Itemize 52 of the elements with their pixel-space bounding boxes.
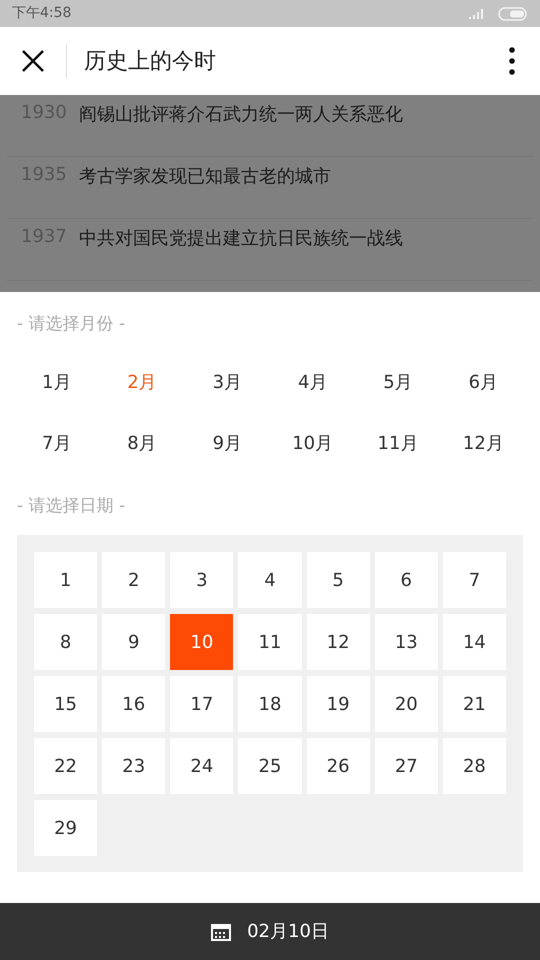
- day-option[interactable]: 22: [34, 738, 98, 794]
- date-button[interactable]: 02月10日: [247, 918, 329, 945]
- close-icon: [21, 49, 45, 73]
- day-section-title: - 请选择日期 -: [17, 494, 126, 518]
- day-option[interactable]: 21: [442, 676, 506, 732]
- day-option[interactable]: 5: [306, 552, 370, 608]
- day-option[interactable]: 3: [170, 552, 234, 608]
- day-option[interactable]: 15: [34, 676, 98, 732]
- month-option[interactable]: 4月: [270, 352, 356, 412]
- day-option[interactable]: 13: [374, 614, 438, 670]
- day-option[interactable]: 11: [238, 614, 302, 670]
- day-option[interactable]: 28: [442, 738, 506, 794]
- day-option[interactable]: 19: [306, 676, 370, 732]
- day-option[interactable]: 24: [170, 738, 234, 794]
- month-option[interactable]: 5月: [355, 352, 441, 412]
- day-option[interactable]: 29: [34, 800, 98, 856]
- more-icon: [509, 47, 515, 75]
- day-option[interactable]: 26: [306, 738, 370, 794]
- month-option[interactable]: 12月: [440, 412, 526, 474]
- month-option[interactable]: 11月: [355, 412, 441, 474]
- event-text: 考古学家发现已知最古老的城市: [79, 165, 331, 189]
- month-option[interactable]: 1月: [14, 352, 100, 412]
- day-option[interactable]: 16: [102, 676, 166, 732]
- day-option[interactable]: 18: [238, 676, 302, 732]
- day-option[interactable]: 1: [34, 552, 98, 608]
- day-option[interactable]: 4: [238, 552, 302, 608]
- day-option[interactable]: 12: [306, 614, 370, 670]
- event-text: 阎锡山批评蒋介石武力统一两人关系恶化: [79, 103, 403, 127]
- day-option[interactable]: 25: [238, 738, 302, 794]
- month-option[interactable]: 3月: [184, 352, 270, 412]
- day-option[interactable]: 17: [170, 676, 234, 732]
- day-option[interactable]: 27: [374, 738, 438, 794]
- month-option[interactable]: 10月: [270, 412, 356, 474]
- page-title: 历史上的今时: [84, 48, 217, 76]
- day-option[interactable]: 9: [102, 614, 166, 670]
- calendar-icon: [211, 922, 232, 940]
- month-option[interactable]: 6月: [440, 352, 526, 412]
- day-option[interactable]: 8: [34, 614, 98, 670]
- signal-icon: [468, 8, 486, 20]
- day-option[interactable]: 14: [442, 614, 506, 670]
- day-option[interactable]: 6: [374, 552, 438, 608]
- day-option[interactable]: 2: [102, 552, 166, 608]
- month-section-title: - 请选择月份 -: [17, 313, 126, 336]
- day-option[interactable]: 23: [102, 738, 166, 794]
- battery-icon: [498, 6, 528, 20]
- day-option[interactable]: 20: [374, 676, 438, 732]
- status-time: 下午4:58: [12, 4, 72, 23]
- event-text: 中共对国民党提出建立抗日民族统一战线: [79, 227, 403, 251]
- month-option[interactable]: 9月: [184, 412, 270, 474]
- month-option[interactable]: 8月: [99, 412, 185, 474]
- day-option[interactable]: 7: [442, 552, 506, 608]
- month-option[interactable]: 7月: [14, 412, 100, 474]
